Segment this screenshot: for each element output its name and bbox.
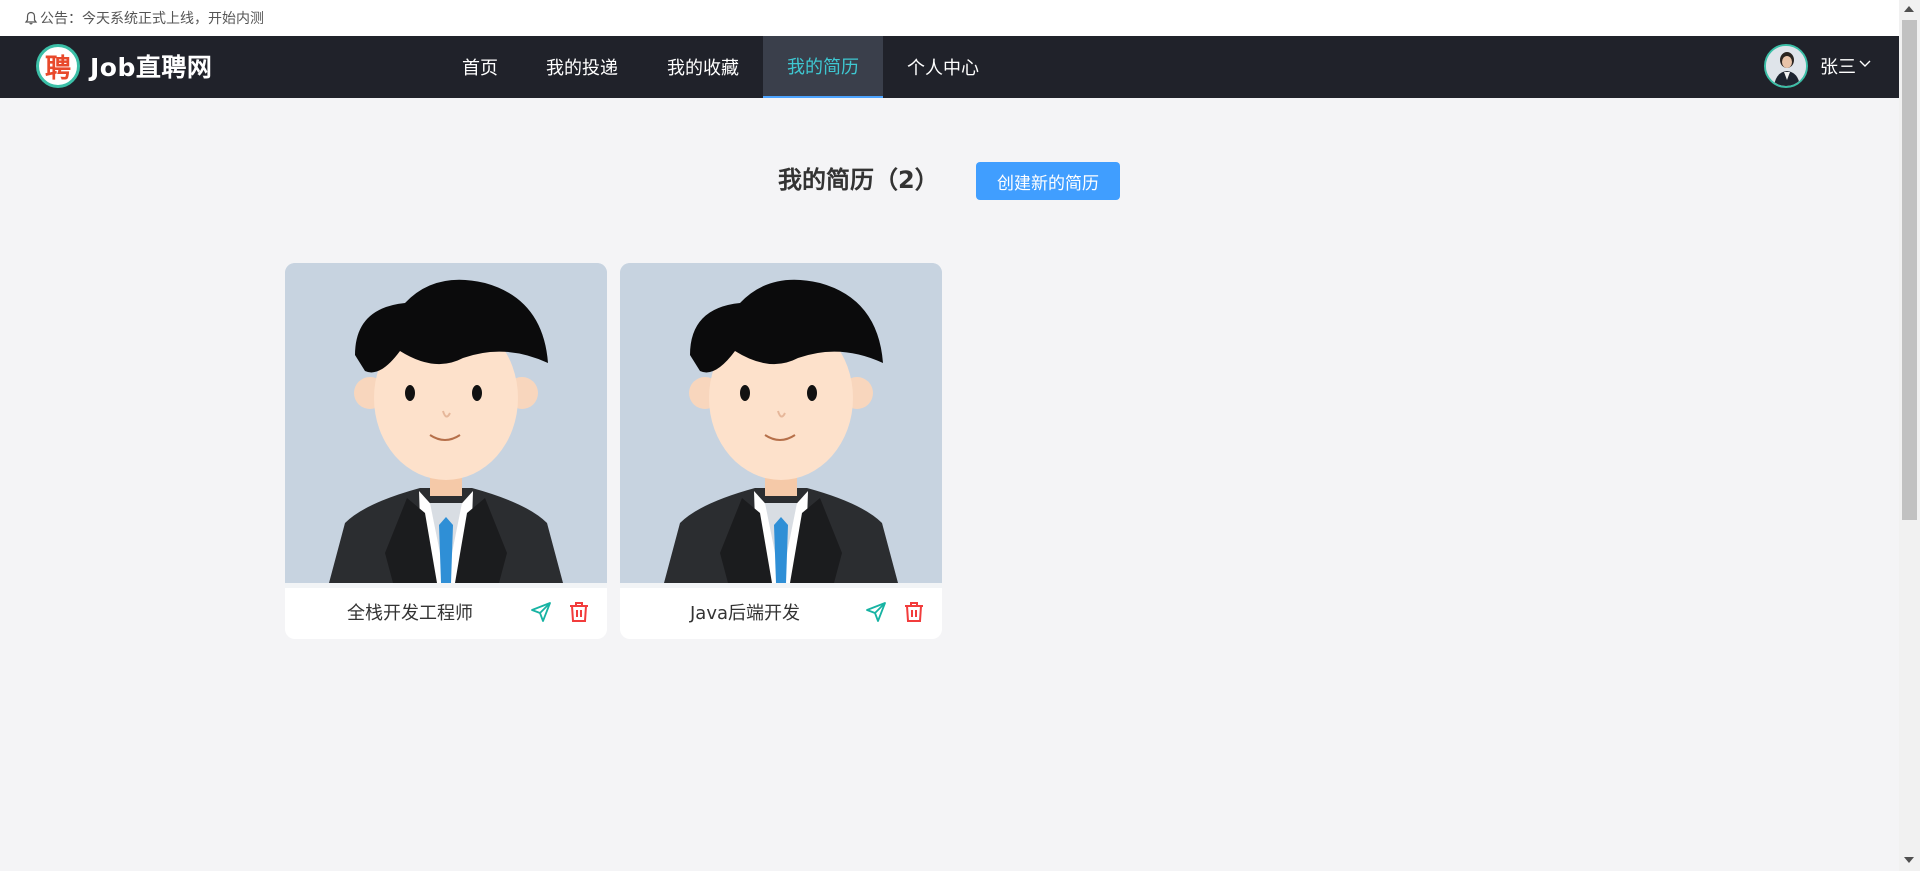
- username[interactable]: 张三: [1820, 53, 1856, 79]
- user-menu[interactable]: 张三: [1764, 44, 1872, 88]
- trash-icon[interactable]: [902, 600, 926, 624]
- nav-item-my-resumes[interactable]: 我的简历: [763, 36, 883, 98]
- resume-card-footer: 全栈开发工程师: [285, 583, 607, 639]
- nav-item-my-favorites[interactable]: 我的收藏: [643, 36, 763, 98]
- resume-avatar-illustration: [285, 263, 607, 583]
- scroll-up-arrow-icon[interactable]: [1904, 6, 1914, 12]
- resume-card[interactable]: Java后端开发: [620, 263, 942, 639]
- trash-icon[interactable]: [567, 600, 591, 624]
- chevron-down-icon[interactable]: [1858, 57, 1872, 71]
- page-title: 我的简历（2）: [778, 166, 939, 194]
- brand-name: Job直聘网: [90, 53, 213, 82]
- announcement-bar: 公告：今天系统正式上线，开始内测: [0, 0, 1899, 36]
- announcement-text: 公告：今天系统正式上线，开始内测: [40, 11, 264, 27]
- nav-item-home[interactable]: 首页: [439, 36, 521, 98]
- create-resume-button[interactable]: 创建新的简历: [976, 162, 1120, 200]
- resume-card-footer: Java后端开发: [620, 583, 942, 639]
- avatar[interactable]: [1764, 44, 1808, 88]
- scroll-thumb[interactable]: [1902, 20, 1917, 520]
- top-navbar: 聘 Job直聘网 首页 我的投递 我的收藏 我的简历 个人中心 张三: [0, 36, 1899, 98]
- nav-item-personal-center[interactable]: 个人中心: [883, 36, 1003, 98]
- logo-badge: 聘: [36, 44, 80, 88]
- send-icon[interactable]: [529, 600, 553, 624]
- scroll-down-arrow-icon[interactable]: [1904, 857, 1914, 863]
- avatar-image: [1766, 46, 1806, 86]
- page-scrollbar[interactable]: [1899, 0, 1920, 871]
- resume-title[interactable]: 全栈开发工程师: [285, 599, 535, 625]
- nav-item-my-applications[interactable]: 我的投递: [521, 36, 643, 98]
- bell-icon: [24, 11, 38, 25]
- brand-logo[interactable]: 聘 Job直聘网: [36, 44, 212, 88]
- resume-avatar-illustration: [620, 263, 942, 583]
- send-icon[interactable]: [864, 600, 888, 624]
- main-menu: 首页 我的投递 我的收藏 我的简历 个人中心: [439, 36, 1003, 98]
- resume-title[interactable]: Java后端开发: [620, 599, 870, 625]
- resume-card[interactable]: 全栈开发工程师: [285, 263, 607, 639]
